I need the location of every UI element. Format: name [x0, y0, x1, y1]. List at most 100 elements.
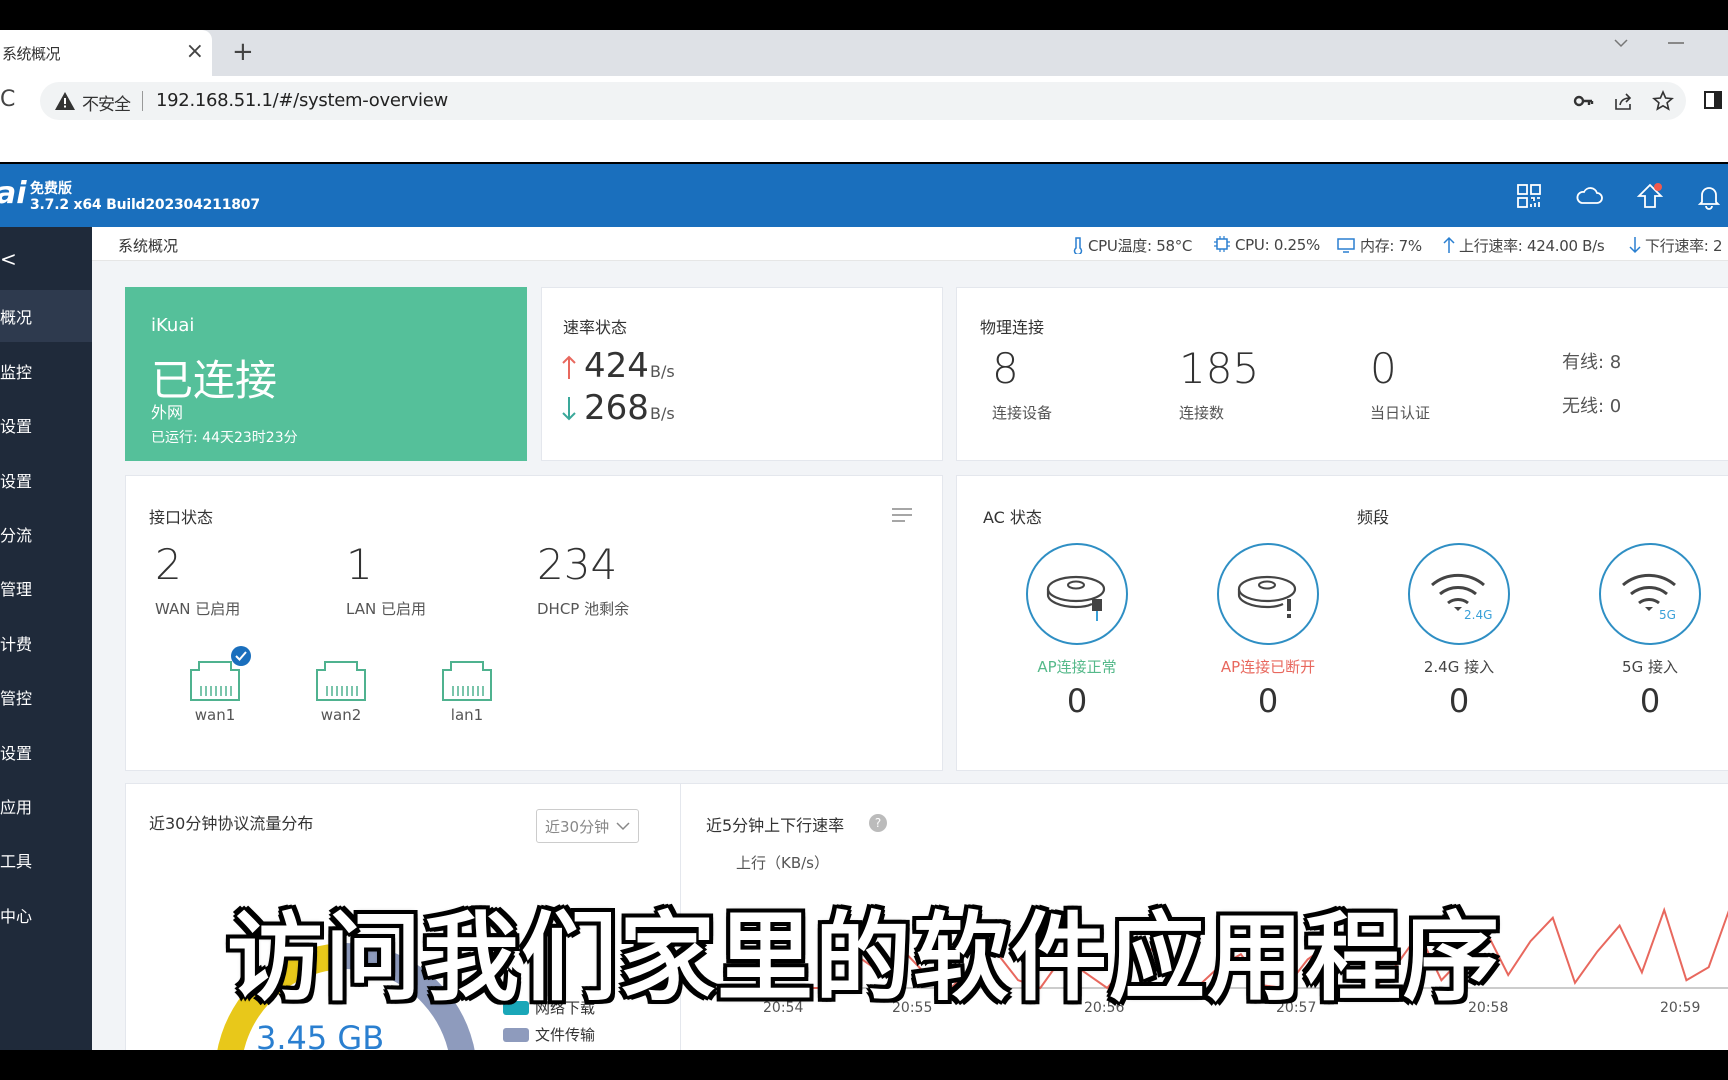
- wifi-24g-icon[interactable]: 2.4G: [1408, 543, 1510, 645]
- cpu-text: CPU: 0.25%: [1235, 236, 1320, 254]
- minimize-icon[interactable]: [1668, 42, 1684, 44]
- share-icon[interactable]: [1612, 90, 1634, 112]
- monitor-icon: [1337, 238, 1355, 253]
- wifi-5g-icon[interactable]: 5G: [1599, 543, 1701, 645]
- sidebar-item-management[interactable]: 管理: [0, 562, 92, 614]
- cloud-icon[interactable]: [1575, 182, 1603, 210]
- bell-icon[interactable]: [1695, 182, 1723, 210]
- devices-label: 连接设备: [992, 404, 1053, 422]
- upload-speed-unit: B/s: [650, 362, 675, 381]
- address-bar[interactable]: 不安全 192.168.51.1/#/system-overview: [40, 82, 1686, 120]
- sidebar-item-label: 分流: [0, 526, 33, 545]
- sidebar-item-network-settings[interactable]: 设置: [0, 399, 92, 451]
- letterbox-bottom: [0, 1050, 1728, 1080]
- browser-tab[interactable]: 系统概况 ×: [0, 30, 212, 76]
- collapse-icon[interactable]: <: [0, 247, 17, 271]
- edition-label: 免费版: [30, 181, 72, 197]
- speed-status-card: 速率状态 424 B/s 268 B/s: [541, 287, 943, 461]
- ap-ok-icon[interactable]: [1026, 543, 1128, 645]
- wifi-5g-label: 5G 接入: [1622, 658, 1678, 676]
- cpu-temp-stat: CPU温度: 58°C: [1072, 235, 1192, 256]
- download-speed-value: 268: [584, 388, 649, 428]
- wired-count: 有线: 8: [1562, 352, 1622, 373]
- band-title: 频段: [1357, 508, 1390, 527]
- time-range-select[interactable]: 近30分钟: [536, 809, 639, 843]
- logo: ai: [0, 176, 27, 211]
- ac-status-card: AC 状态 频段 AP连接正常 0 AP连接已断开 0 2.4G 2.4G 接入…: [956, 475, 1728, 771]
- physical-connection-card: 物理连接 8 连接设备 185 连接数 0 当日认证 有线: 8 无线: 0: [956, 287, 1728, 461]
- sidebar-item-label: 应用: [0, 798, 33, 817]
- sidebar-item-overview[interactable]: 概况: [0, 290, 92, 342]
- port-label: wan2: [320, 706, 362, 724]
- security-label[interactable]: 不安全: [82, 90, 131, 115]
- network-label: 外网: [151, 403, 184, 422]
- side-panel-icon[interactable]: [1703, 89, 1723, 111]
- ethernet-port-icon[interactable]: [314, 656, 368, 702]
- memory-text: 内存: 7%: [1360, 237, 1422, 255]
- svg-text:5G: 5G: [1659, 608, 1676, 622]
- sidebar-item-billing[interactable]: 计费: [0, 617, 92, 669]
- sidebar-item-control[interactable]: 管控: [0, 671, 92, 723]
- sidebar-item-label: 管控: [0, 689, 33, 708]
- browser-tab-bar: 系统概况 × +: [0, 30, 1728, 76]
- sidebar-item-label: 概况: [0, 308, 33, 327]
- sidebar-item-wireless-settings[interactable]: 设置: [0, 454, 92, 506]
- tab-search-chevron-icon[interactable]: [1612, 34, 1630, 52]
- chevron-down-icon: [616, 822, 630, 831]
- check-badge-icon: [231, 646, 251, 666]
- sidebar-item-label: 计费: [0, 635, 33, 654]
- tab-close-icon[interactable]: ×: [186, 40, 204, 64]
- video-subtitle: 访问我们家里的软件应用程序: [227, 902, 1501, 1014]
- memory-stat: 内存: 7%: [1336, 235, 1422, 256]
- ap-disconnected-icon[interactable]: [1217, 543, 1319, 645]
- warning-icon[interactable]: [54, 90, 76, 112]
- legend-swatch: [503, 1028, 529, 1042]
- sidebar-item-tools[interactable]: 工具: [0, 834, 92, 886]
- dhcp-count: 234: [537, 540, 618, 589]
- lan-label: LAN 已启用: [346, 600, 426, 618]
- bookmark-star-icon[interactable]: [1652, 90, 1674, 112]
- sidebar-item-system-settings[interactable]: 设置: [0, 726, 92, 778]
- wan-label: WAN 已启用: [155, 600, 241, 618]
- url-text[interactable]: 192.168.51.1/#/system-overview: [156, 90, 448, 111]
- interface-status-card: 接口状态 2 WAN 已启用 1 LAN 已启用 234 DHCP 池剩余 wa…: [125, 475, 943, 771]
- app-header: ai 免费版 3.7.2 x64 Build202304211807: [0, 164, 1728, 227]
- sidebar-item-label: 工具: [0, 852, 33, 871]
- status-strip: 系统概况 CPU温度: 58°C CPU: 0.25% 内存: 7% 上行速率:…: [92, 227, 1728, 261]
- menu-icon[interactable]: [891, 506, 913, 524]
- upgrade-icon[interactable]: [1636, 182, 1664, 210]
- ethernet-port-icon[interactable]: [440, 656, 494, 702]
- apps-grid-icon[interactable]: [1515, 182, 1543, 210]
- upload-text: 上行速率: 424.00 B/s: [1459, 237, 1605, 255]
- key-icon[interactable]: [1572, 90, 1594, 112]
- browser-toolbar: C 不安全 192.168.51.1/#/system-overview: [0, 76, 1728, 162]
- reload-icon[interactable]: C: [0, 87, 15, 112]
- legend-item[interactable]: 文件传输: [503, 1024, 595, 1045]
- arrow-down-icon: [1629, 237, 1641, 254]
- card-title: AC 状态: [983, 508, 1042, 527]
- upload-stat: 上行速率: 424.00 B/s: [1443, 235, 1605, 256]
- arrow-down-icon: [562, 397, 576, 421]
- lan-count: 1: [346, 540, 373, 589]
- sidebar-item-label: 设置: [0, 744, 33, 763]
- sidebar-item-flow[interactable]: 分流: [0, 508, 92, 560]
- connection-status-card[interactable]: iKuai 已连接 外网 已运行: 44天23时23分: [125, 287, 527, 461]
- auth-count[interactable]: 0: [1370, 344, 1397, 393]
- connections-count[interactable]: 185: [1179, 344, 1259, 393]
- legend-label: 文件传输: [535, 1026, 596, 1044]
- sidebar-item-monitor[interactable]: 监控: [0, 345, 92, 397]
- time-range-value: 近30分钟: [545, 818, 610, 836]
- sidebar-item-label: 管理: [0, 580, 33, 599]
- card-title: 近30分钟协议流量分布: [149, 814, 314, 833]
- wan-count: 2: [155, 540, 182, 589]
- download-stat: 下行速率: 2: [1629, 235, 1723, 256]
- upload-speed-value: 424: [584, 346, 649, 386]
- connections-label: 连接数: [1179, 404, 1225, 422]
- new-tab-button[interactable]: +: [232, 36, 254, 68]
- cpu-temp-text: CPU温度: 58°C: [1088, 237, 1193, 255]
- card-title: 速率状态: [563, 318, 628, 337]
- sidebar-item-apps[interactable]: 应用: [0, 780, 92, 832]
- devices-count[interactable]: 8: [992, 344, 1019, 393]
- ap-disconnected-count: 0: [1257, 682, 1279, 720]
- arrow-up-icon: [1443, 236, 1455, 253]
